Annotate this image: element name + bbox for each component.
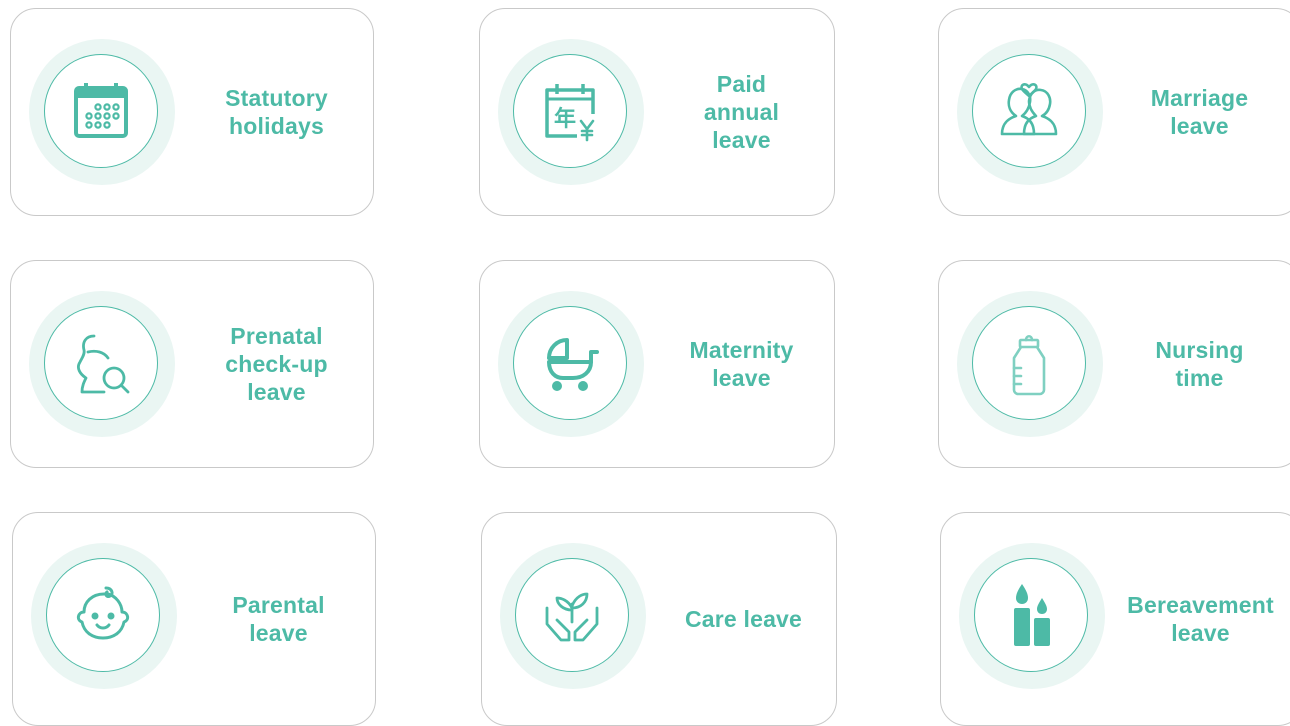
card-nursing-time[interactable]: Nursing time	[938, 260, 1290, 468]
label-line: Care leave	[684, 606, 803, 632]
label-line: Prenatal	[230, 323, 323, 349]
label-line: holidays	[229, 113, 324, 139]
card-label: Prenatal check-up leave	[186, 261, 367, 467]
card-label: Nursing time	[1114, 261, 1285, 467]
label-line: Paid	[716, 71, 767, 97]
label-line: leave	[1171, 620, 1230, 646]
label-line: leave	[247, 379, 306, 405]
icon-ring	[974, 558, 1088, 672]
icon-halo: 年	[498, 39, 644, 185]
calendar-glyph: 年	[554, 106, 576, 132]
icon-ring	[46, 558, 160, 672]
icon-ring	[513, 306, 627, 420]
icon-halo	[29, 291, 175, 437]
card-label: Marriage leave	[1114, 9, 1285, 215]
label-line: leave	[1170, 113, 1229, 139]
card-paid-annual-leave[interactable]: 年 Paid annual leave	[479, 8, 835, 216]
card-prenatal-check-up-leave[interactable]: Prenatal check-up leave	[10, 260, 374, 468]
label-line: check-up	[225, 351, 328, 377]
label-line: Statutory	[225, 85, 328, 111]
icon-halo	[498, 291, 644, 437]
candles-icon	[1014, 584, 1050, 646]
card-label: Statutory holidays	[186, 9, 367, 215]
calendar-yen-icon: 年	[545, 84, 595, 142]
card-care-leave[interactable]: Care leave	[481, 512, 837, 726]
label-line: annual	[703, 99, 780, 125]
card-statutory-holidays[interactable]: Statutory holidays	[10, 8, 374, 216]
card-label: Paid annual leave	[655, 9, 828, 215]
icon-halo	[500, 543, 646, 689]
label-line: leave	[249, 620, 308, 646]
label-line: time	[1175, 365, 1224, 391]
icon-ring	[44, 54, 158, 168]
label-line: Marriage	[1150, 85, 1249, 111]
icon-halo	[31, 543, 177, 689]
label-line: Nursing	[1155, 337, 1244, 363]
icon-ring	[972, 54, 1086, 168]
label-line: Parental	[232, 592, 325, 618]
label-line: leave	[712, 365, 771, 391]
label-line: Bereavement	[1127, 592, 1274, 618]
baby-face-icon	[76, 586, 130, 640]
baby-bottle-icon	[1012, 334, 1046, 396]
card-parental-leave[interactable]: Parental leave	[12, 512, 376, 726]
card-marriage-leave[interactable]: Marriage leave	[938, 8, 1290, 216]
card-maternity-leave[interactable]: Maternity leave	[479, 260, 835, 468]
baby-carriage-icon	[547, 338, 599, 391]
label-line: Maternity	[689, 337, 794, 363]
icon-halo	[959, 543, 1105, 689]
icon-ring: 年	[513, 54, 627, 168]
card-label: Maternity leave	[655, 261, 828, 467]
card-bereavement-leave[interactable]: Bereavement leave	[940, 512, 1290, 726]
label-line: leave	[712, 127, 771, 153]
icon-halo	[957, 39, 1103, 185]
icon-halo	[29, 39, 175, 185]
card-label: Parental leave	[188, 513, 369, 725]
icon-ring	[972, 306, 1086, 420]
hands-sprout-icon	[545, 592, 599, 642]
icon-halo	[957, 291, 1103, 437]
card-label: Bereavement leave	[1116, 513, 1285, 725]
pregnant-search-icon	[77, 334, 130, 394]
card-label: Care leave	[657, 513, 830, 725]
calendar-icon	[74, 83, 128, 138]
icon-ring	[515, 558, 629, 672]
icon-ring	[44, 306, 158, 420]
couple-heart-icon	[1000, 83, 1058, 136]
